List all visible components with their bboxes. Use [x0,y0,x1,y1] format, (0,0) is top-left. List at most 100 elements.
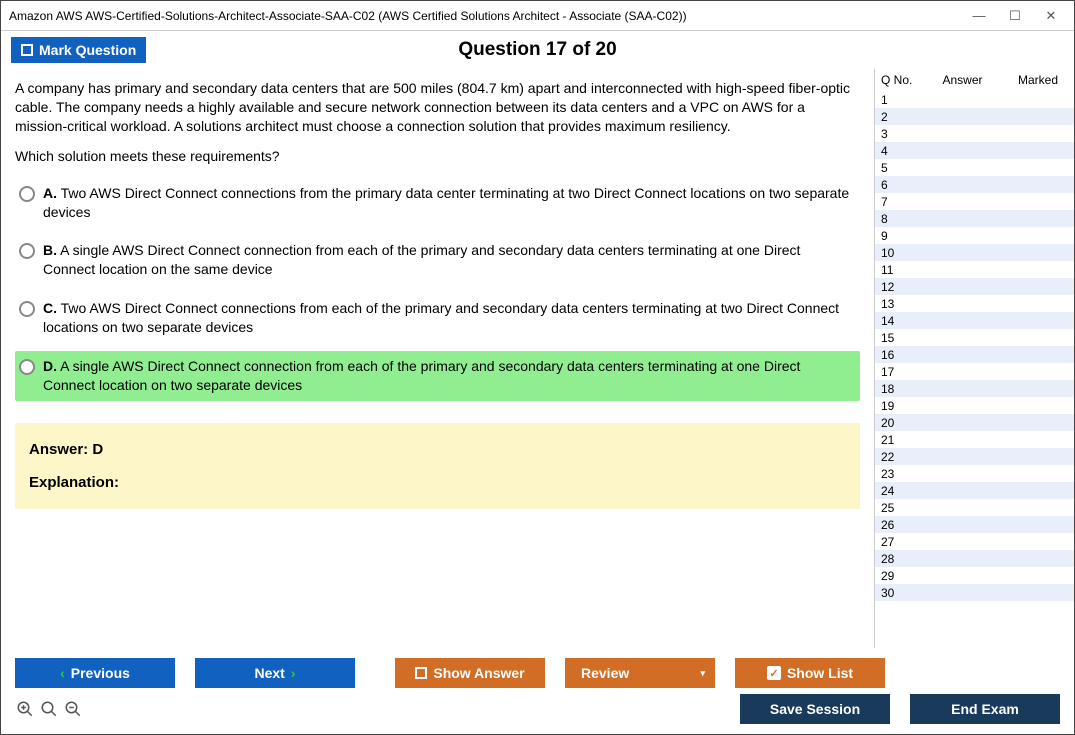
window-title: Amazon AWS AWS-Certified-Solutions-Archi… [9,9,970,23]
check-icon: ✓ [767,666,781,680]
header-marked: Marked [1008,73,1068,87]
question-row[interactable]: 25 [875,499,1074,516]
question-number: 30 [881,586,917,600]
question-number: 12 [881,280,917,294]
zoom-out-icon[interactable] [63,699,83,719]
question-row[interactable]: 18 [875,380,1074,397]
question-row[interactable]: 17 [875,363,1074,380]
question-row[interactable]: 27 [875,533,1074,550]
option-A[interactable]: A. Two AWS Direct Connect connections fr… [15,178,860,228]
question-number: 15 [881,331,917,345]
header-bar: Mark Question Question 17 of 20 [1,31,1074,69]
checkbox-icon [415,667,427,679]
question-row[interactable]: 10 [875,244,1074,261]
question-number: 1 [881,93,917,107]
question-row[interactable]: 30 [875,584,1074,601]
question-list-body[interactable]: 1234567891011121314151617181920212223242… [875,91,1074,648]
question-row[interactable]: 7 [875,193,1074,210]
question-number: 18 [881,382,917,396]
header-qno: Q No. [881,73,917,87]
save-session-label: Save Session [770,701,860,717]
question-row[interactable]: 9 [875,227,1074,244]
answer-label: Answer: D [29,441,846,458]
question-row[interactable]: 6 [875,176,1074,193]
question-text: A company has primary and secondary data… [15,79,860,136]
mark-question-button[interactable]: Mark Question [11,37,146,63]
show-list-button[interactable]: ✓ Show List [735,658,885,688]
question-row[interactable]: 2 [875,108,1074,125]
header-answer: Answer [917,73,1008,87]
chevron-right-icon: › [291,665,296,681]
minimize-icon[interactable]: — [970,8,988,24]
save-session-button[interactable]: Save Session [740,694,890,724]
zoom-in-icon[interactable] [15,699,35,719]
question-number: 24 [881,484,917,498]
option-text: B. A single AWS Direct Connect connectio… [43,241,856,279]
answer-box: Answer: D Explanation: [15,423,860,509]
question-row[interactable]: 24 [875,482,1074,499]
question-row[interactable]: 4 [875,142,1074,159]
option-C[interactable]: C. Two AWS Direct Connect connections fr… [15,293,860,343]
question-prompt: Which solution meets these requirements? [15,148,860,164]
next-label: Next [254,665,284,681]
question-number: 5 [881,161,917,175]
question-number: 10 [881,246,917,260]
radio-icon [19,243,35,259]
question-number: 14 [881,314,917,328]
question-row[interactable]: 19 [875,397,1074,414]
footer: ‹ Previous Next › Show Answer Review ▾ ✓… [1,648,1074,734]
review-label: Review [581,665,629,681]
radio-icon [19,186,35,202]
previous-label: Previous [71,665,130,681]
question-row[interactable]: 16 [875,346,1074,363]
question-row[interactable]: 11 [875,261,1074,278]
show-answer-button[interactable]: Show Answer [395,658,545,688]
question-row[interactable]: 23 [875,465,1074,482]
question-row[interactable]: 15 [875,329,1074,346]
maximize-icon[interactable]: ☐ [1006,8,1024,24]
question-row[interactable]: 21 [875,431,1074,448]
question-row[interactable]: 14 [875,312,1074,329]
checkbox-icon [21,44,33,56]
question-number: 19 [881,399,917,413]
review-button[interactable]: Review ▾ [565,658,715,688]
question-number: 23 [881,467,917,481]
chevron-down-icon: ▾ [700,668,705,679]
question-pane: A company has primary and secondary data… [1,69,874,648]
question-row[interactable]: 5 [875,159,1074,176]
close-icon[interactable]: ✕ [1042,8,1060,24]
chevron-left-icon: ‹ [60,665,65,681]
question-row[interactable]: 3 [875,125,1074,142]
end-exam-button[interactable]: End Exam [910,694,1060,724]
question-number: 2 [881,110,917,124]
question-number: 9 [881,229,917,243]
question-row[interactable]: 13 [875,295,1074,312]
question-number: 28 [881,552,917,566]
option-text: D. A single AWS Direct Connect connectio… [43,357,856,395]
question-row[interactable]: 1 [875,91,1074,108]
zoom-reset-icon[interactable] [39,699,59,719]
question-list-header: Q No. Answer Marked [875,69,1074,91]
titlebar: Amazon AWS AWS-Certified-Solutions-Archi… [1,1,1074,31]
question-row[interactable]: 12 [875,278,1074,295]
window-controls: — ☐ ✕ [970,8,1060,24]
question-row[interactable]: 22 [875,448,1074,465]
option-D[interactable]: D. A single AWS Direct Connect connectio… [15,351,860,401]
question-number: 6 [881,178,917,192]
question-number: 16 [881,348,917,362]
question-number: 7 [881,195,917,209]
question-number: 26 [881,518,917,532]
options-list: A. Two AWS Direct Connect connections fr… [15,178,860,401]
zoom-controls [15,699,83,719]
previous-button[interactable]: ‹ Previous [15,658,175,688]
question-number: 22 [881,450,917,464]
next-button[interactable]: Next › [195,658,355,688]
mark-question-label: Mark Question [39,42,136,58]
question-row[interactable]: 26 [875,516,1074,533]
question-row[interactable]: 29 [875,567,1074,584]
question-row[interactable]: 8 [875,210,1074,227]
question-row[interactable]: 20 [875,414,1074,431]
question-row[interactable]: 28 [875,550,1074,567]
option-B[interactable]: B. A single AWS Direct Connect connectio… [15,235,860,285]
footer-row-1: ‹ Previous Next › Show Answer Review ▾ ✓… [1,648,1074,694]
